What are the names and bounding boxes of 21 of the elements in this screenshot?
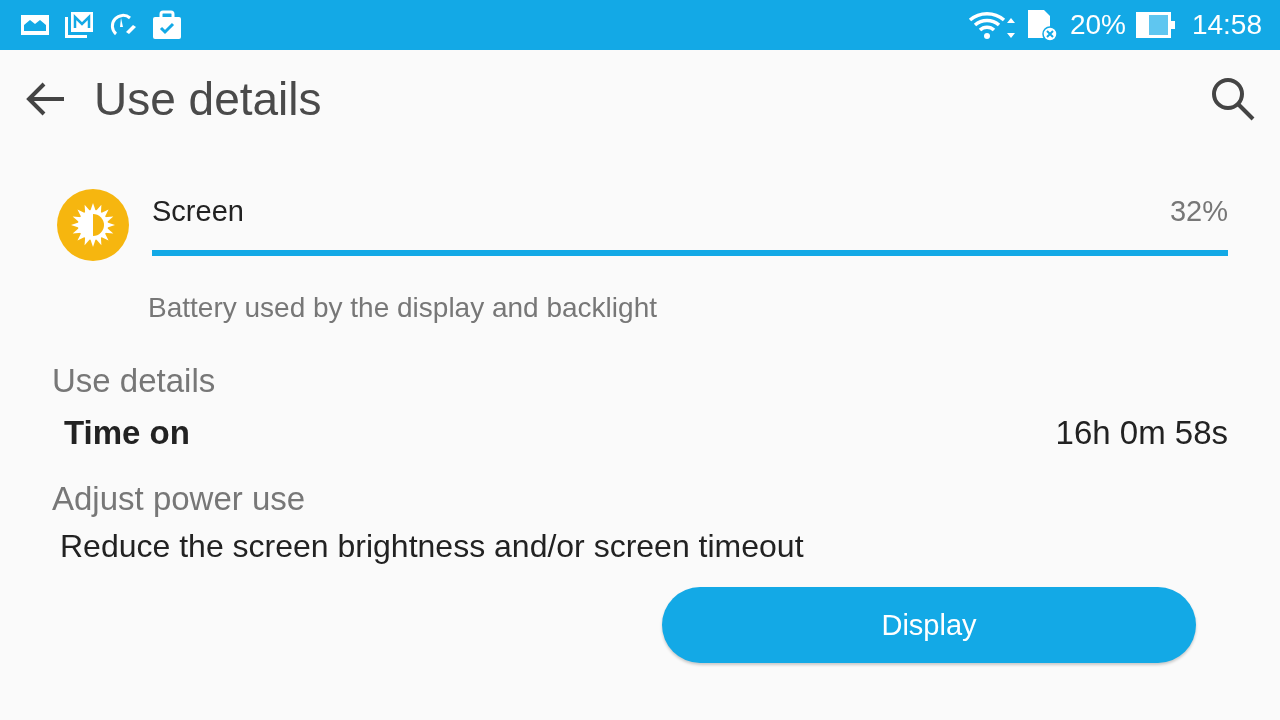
battery-icon <box>1135 12 1176 38</box>
back-button[interactable] <box>26 81 66 117</box>
brightness-icon <box>56 188 130 262</box>
detail-value: 16h 0m 58s <box>1055 414 1228 452</box>
mail-icon <box>64 11 94 39</box>
usage-name: Screen <box>152 194 244 228</box>
search-button[interactable] <box>1210 76 1256 122</box>
section-header: Use details <box>52 362 217 400</box>
detail-label: Time on <box>64 414 190 452</box>
advice-text: Reduce the screen brightness and/or screen timeout <box>59 528 805 565</box>
usage-description: Battery used by the display and backlight <box>148 292 658 324</box>
wifi-icon <box>967 10 1016 40</box>
sd-card-icon <box>1025 8 1060 42</box>
battery-percent: 20% <box>1069 9 1126 41</box>
page-title: Use details <box>94 72 323 126</box>
usage-percent: 32% <box>1169 194 1228 228</box>
clock: 14:58 <box>1191 9 1262 41</box>
display-button[interactable]: Display <box>662 587 1196 663</box>
section-header: Adjust power use <box>52 480 307 518</box>
image-icon <box>20 13 50 37</box>
clipboard-check-icon <box>152 10 182 40</box>
